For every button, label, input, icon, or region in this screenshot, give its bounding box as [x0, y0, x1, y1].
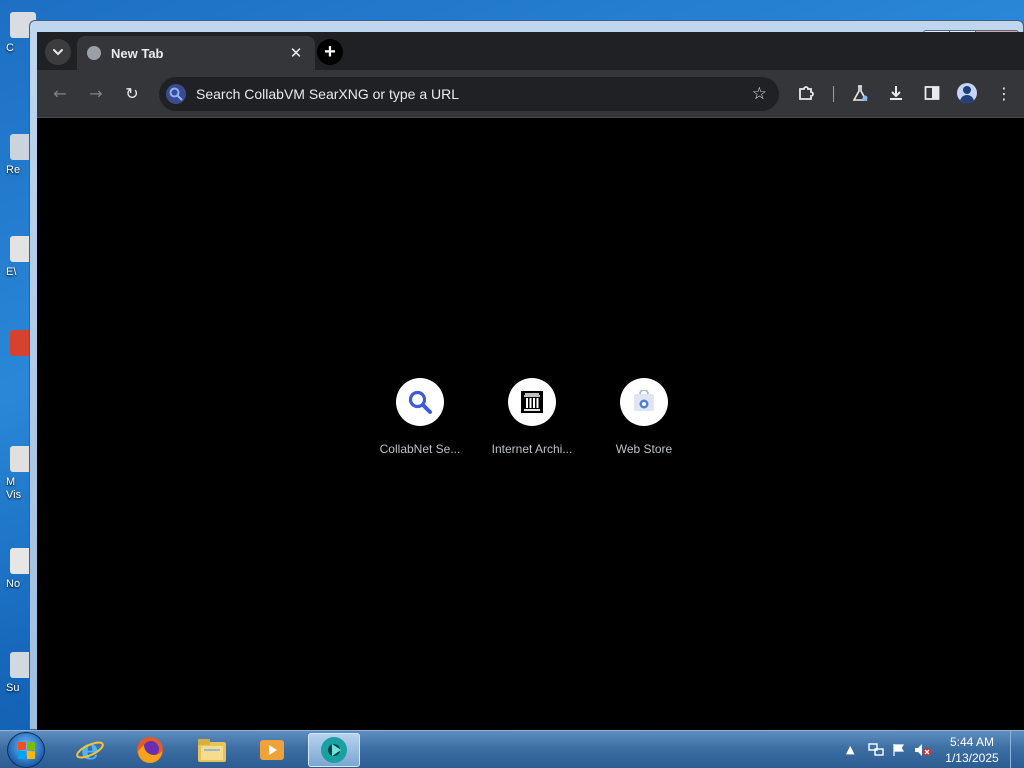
taskbar-chrome[interactable] [308, 733, 360, 767]
shortcut-tile [620, 378, 668, 426]
download-icon[interactable] [885, 82, 907, 104]
tab-search-button[interactable] [45, 39, 71, 65]
menu-icon[interactable]: ⋮ [993, 82, 1015, 104]
shortcut-internet-archive[interactable]: Internet Archi... [482, 378, 582, 456]
shortcut-collabnet[interactable]: CollabNet Se... [370, 378, 470, 456]
globe-icon [87, 46, 101, 60]
tab-close-icon[interactable]: ✕ [287, 44, 305, 62]
desktop-icon-visual[interactable]: M Vis [0, 446, 36, 501]
extensions-icon[interactable] [795, 82, 817, 104]
tab-strip: New Tab ✕ + [37, 32, 1024, 70]
new-tab-button[interactable]: + [317, 39, 343, 65]
volume-muted-icon[interactable] [914, 743, 932, 760]
file-explorer-icon [198, 739, 226, 762]
taskbar-clock[interactable]: 5:44 AM 1/13/2025 [932, 734, 1012, 766]
clock-time: 5:44 AM [949, 735, 995, 749]
svg-text:e: e [81, 735, 99, 765]
search-engine-icon [166, 84, 186, 104]
star-icon[interactable]: ☆ [752, 84, 767, 104]
clock-date: 1/13/2025 [945, 751, 999, 765]
shortcut-tile [396, 378, 444, 426]
browser: New Tab ✕ + ← → ↻ Search CollabVM SearXN… [37, 32, 1024, 730]
shortcut-tile [508, 378, 556, 426]
search-icon [169, 87, 183, 101]
labs-icon[interactable] [849, 82, 871, 104]
taskbar-internet-explorer[interactable]: e [64, 733, 116, 767]
shortcut-label: CollabNet Se... [379, 442, 461, 456]
omnibox-placeholder[interactable]: Search CollabVM SearXNG or type a URL [196, 86, 752, 102]
show-desktop-button[interactable] [1010, 731, 1024, 768]
firefox-icon [137, 737, 163, 763]
network-icon[interactable] [868, 743, 884, 760]
reload-icon[interactable]: ↻ [121, 82, 143, 104]
shortcut-label: Internet Archi... [491, 442, 573, 456]
shortcut-web-store[interactable]: Web Store [594, 378, 694, 456]
action-center-flag-icon[interactable] [892, 743, 906, 760]
tray-up-arrow-icon[interactable]: ▲ [846, 743, 854, 756]
desktop-icon-red[interactable] [0, 330, 36, 356]
desktop-icon-e[interactable]: E\ [0, 236, 36, 278]
media-player-icon [260, 740, 284, 760]
desktop-icon-computer[interactable]: C [0, 12, 36, 54]
side-panel-icon[interactable] [921, 82, 943, 104]
profile-icon[interactable] [957, 83, 977, 103]
chevron-down-icon [53, 49, 63, 56]
desktop-icon-notepad[interactable]: No [0, 548, 36, 590]
archive-icon [521, 391, 543, 413]
toolbar: ← → ↻ Search CollabVM SearXNG or type a … [37, 70, 1024, 118]
taskbar-firefox[interactable] [124, 733, 176, 767]
shortcut-label: Web Store [615, 442, 673, 456]
back-icon[interactable]: ← [49, 82, 71, 104]
tab-title: New Tab [111, 45, 164, 61]
web-store-icon [634, 390, 654, 411]
desktop-icon-recycle-bin[interactable]: Re [0, 134, 36, 176]
forward-icon[interactable]: → [85, 82, 107, 104]
search-icon [408, 390, 432, 414]
windows-logo-icon [18, 742, 36, 760]
internet-explorer-icon: e [76, 735, 104, 765]
omnibox[interactable]: Search CollabVM SearXNG or type a URL ☆ [159, 77, 779, 111]
toolbar-divider [833, 86, 834, 102]
taskbar-file-explorer[interactable] [186, 733, 238, 767]
chrome-icon [321, 737, 347, 763]
desktop-icon-su[interactable]: Su [0, 652, 36, 694]
tab-new-tab[interactable]: New Tab ✕ [77, 36, 315, 70]
taskbar-media-player[interactable] [246, 733, 298, 767]
taskbar: e ▲ 5:44 AM 1/13/2025 [0, 730, 1024, 768]
start-button[interactable] [7, 732, 45, 768]
